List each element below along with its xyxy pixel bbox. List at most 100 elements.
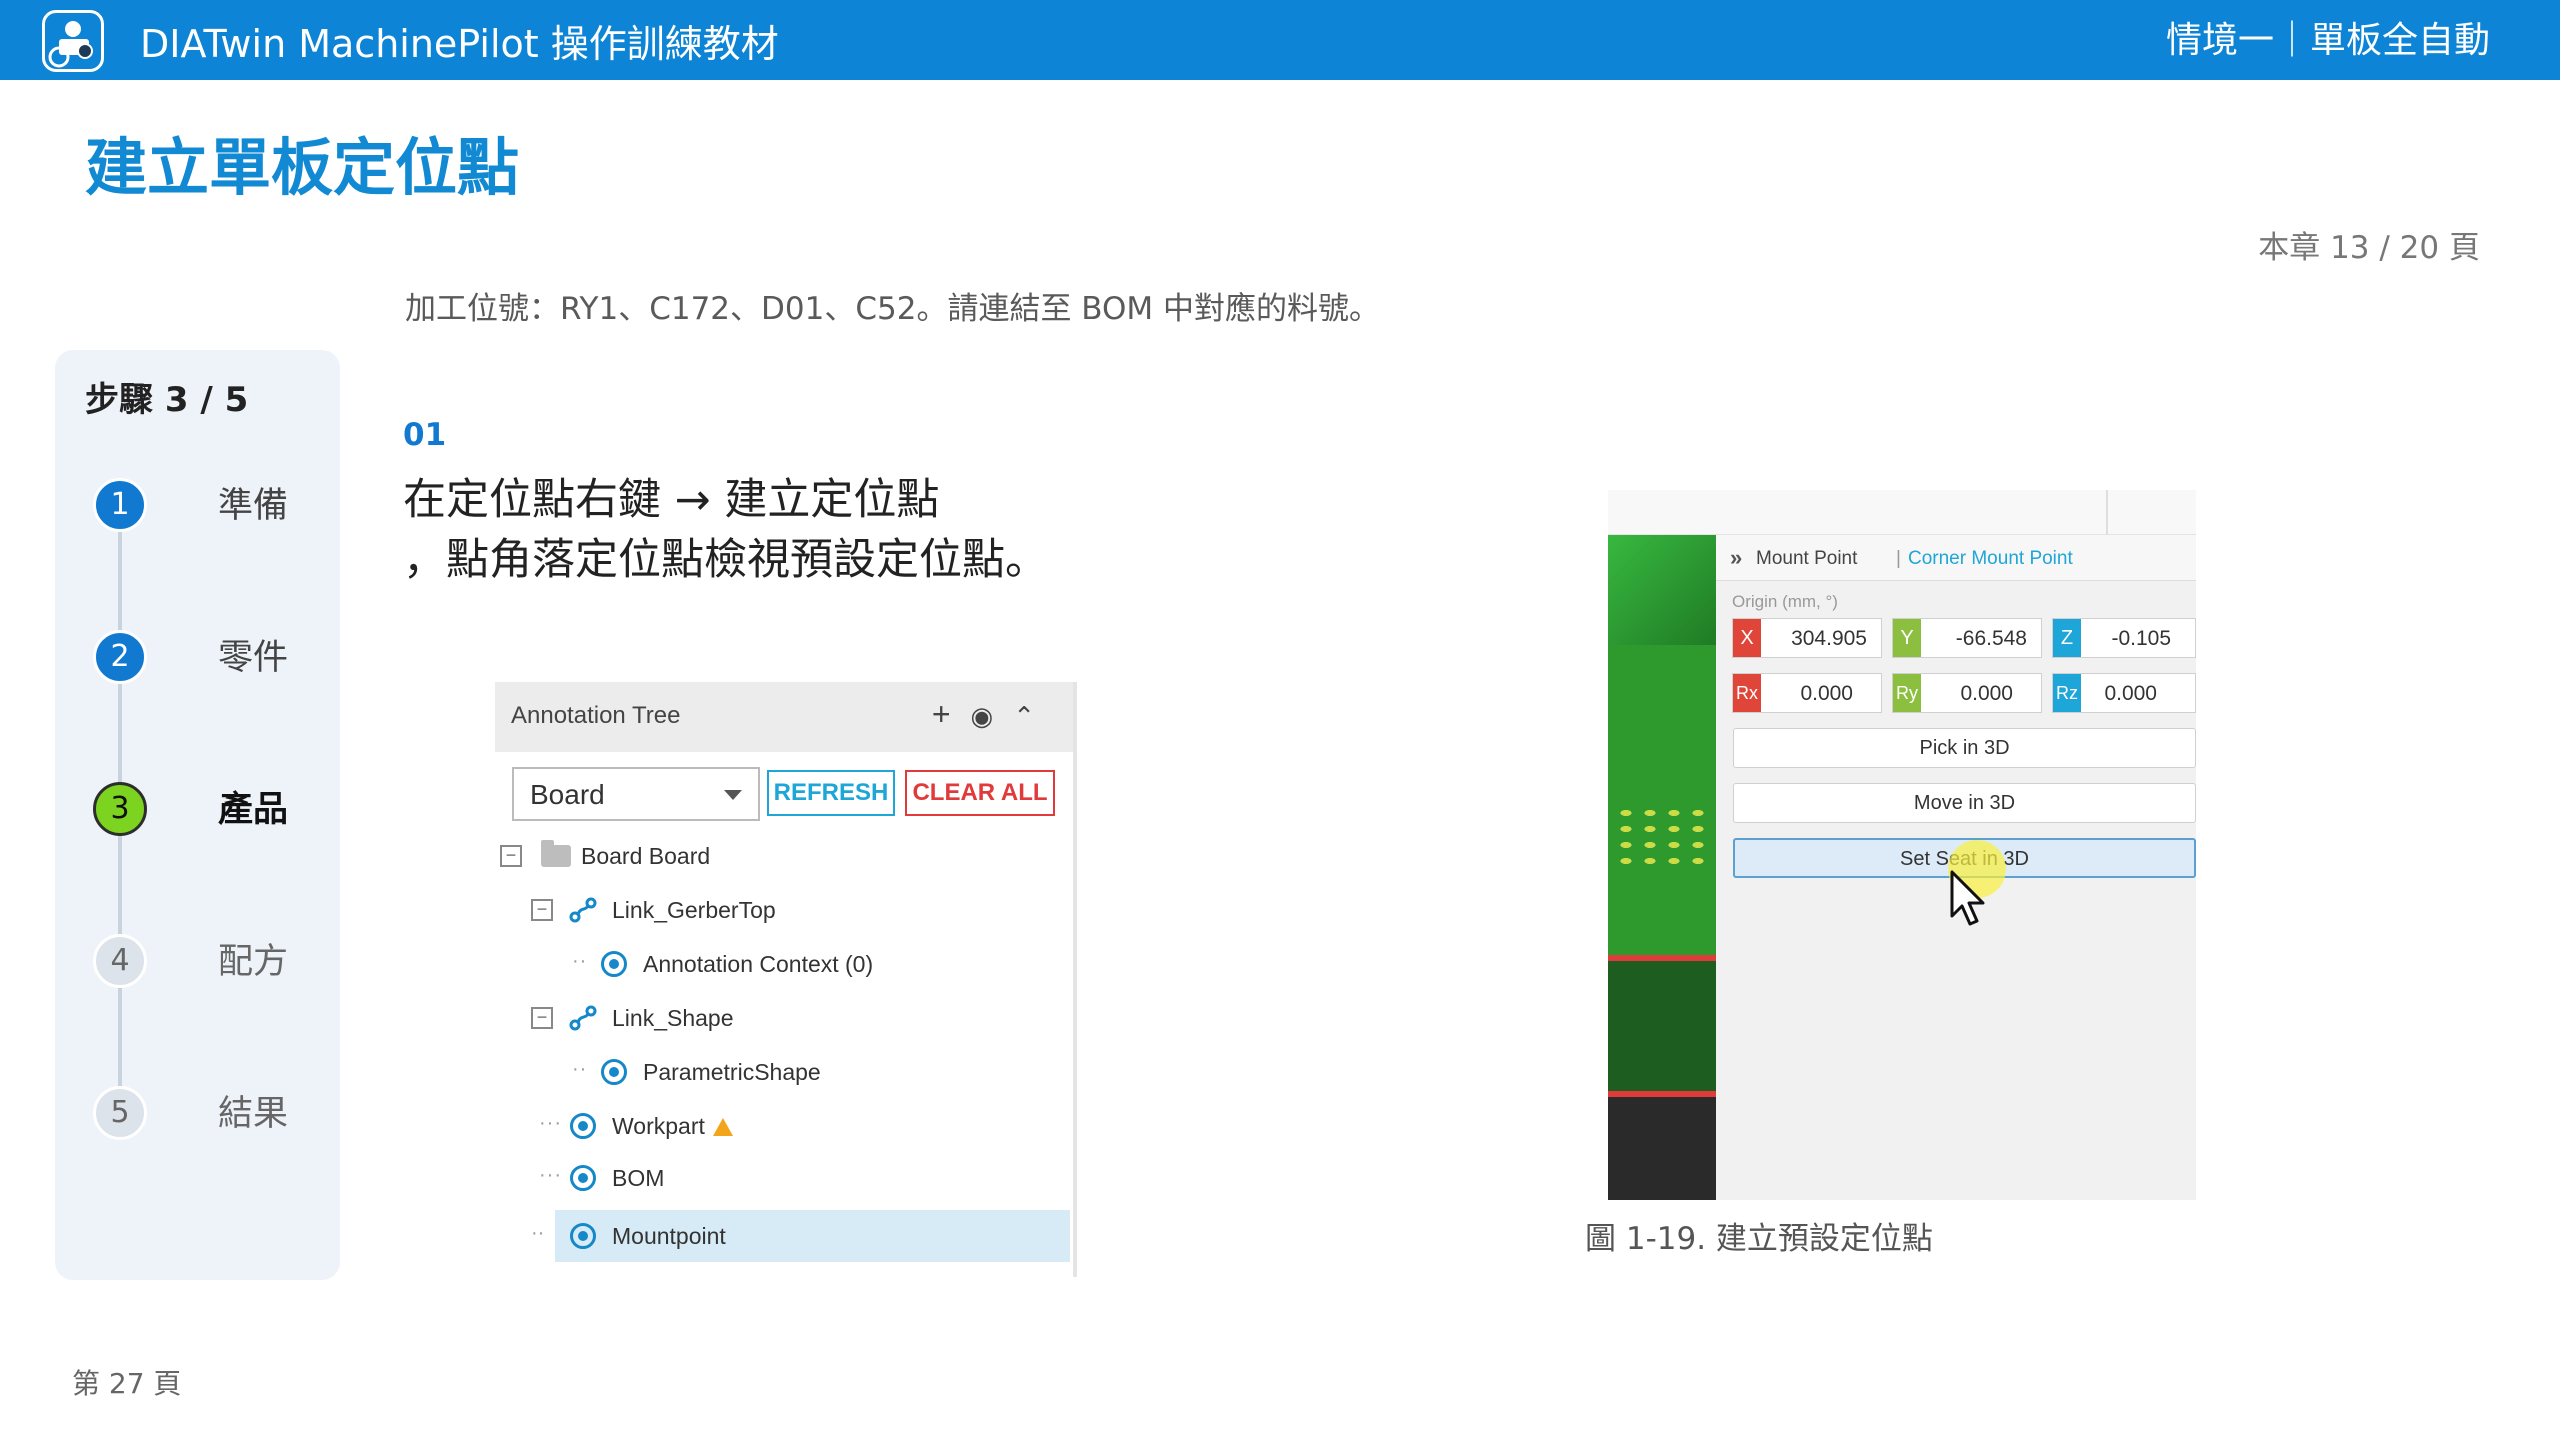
clear-all-button[interactable]: CLEAR ALL [905,770,1055,816]
z-value: -0.105 [2111,627,2171,650]
rx-value: 0.000 [1800,682,1853,705]
collapse-icon[interactable]: − [531,899,553,921]
pcb-base [1608,1097,1716,1200]
annotation-tree-header: Annotation Tree +◉⌃ [495,682,1073,752]
step-item-2[interactable]: 2 零件 [93,630,333,686]
annotation-tree-toolbar: +◉⌃ [932,696,1055,733]
step-item-1[interactable]: 1 準備 [93,478,333,534]
tree-connector-icon: ··· [539,1164,562,1186]
instruction-line-2: ，點角落定位點檢視預設定位點。 [403,535,1048,585]
y-value: -66.548 [1955,627,2027,650]
mount-point-subtitle[interactable]: Corner Mount Point [1908,548,2073,570]
link-icon [569,897,597,923]
app-title: DIATwin MachinePilot 操作訓練教材 [140,22,779,66]
steps-title: 步驟 3 / 5 [85,380,249,420]
tree-node-parametric-shape[interactable]: ·· ParametricShape [495,1046,1070,1098]
mount-point-title: Mount Point [1756,548,1858,569]
eye-icon[interactable]: ◉ [971,701,1014,731]
mount-point-screenshot: » Mount Point | Corner Mount Point Origi… [1608,490,2196,1200]
x-field[interactable]: X 304.905 [1732,618,1882,658]
ry-field[interactable]: Ry 0.000 [1892,673,2042,713]
tree-node-label: Board Board [581,843,711,869]
viewer-toolbar-strip [1608,490,2196,535]
double-chevron-icon[interactable]: » [1730,545,1742,571]
tree-node-workpart[interactable]: ··· Workpart [495,1100,1070,1152]
tree-node-label: Mountpoint [612,1223,726,1249]
step-label: 結果 [218,1094,289,1134]
figure-caption: 圖 1-19. 建立預設定位點 [1585,1221,1933,1257]
tree-connector-icon: ·· [572,950,588,972]
rx-tag: Rx [1733,674,1761,712]
target-icon [570,1165,596,1191]
step-item-5[interactable]: 5 結果 [93,1086,333,1142]
tree-node-link-shape[interactable]: − Link_Shape [495,992,1070,1044]
instruction-step-number: 01 [403,417,447,453]
header-separator: | [1896,548,1901,569]
tree-node-label-wrap: Workpart [612,1113,733,1140]
pick-in-3d-button[interactable]: Pick in 3D [1733,728,2196,768]
board-select[interactable]: Board [512,767,760,821]
tree-node-bom[interactable]: ··· BOM [495,1152,1070,1204]
tree-node-label: Link_Shape [612,1005,734,1031]
tree-node-annotation-context[interactable]: ·· Annotation Context (0) [495,938,1070,990]
tree-node-label: BOM [612,1165,665,1191]
move-in-3d-button[interactable]: Move in 3D [1733,783,2196,823]
step-label: 準備 [218,486,289,526]
warning-icon [712,1118,733,1136]
tree-node-label: Workpart [612,1113,705,1139]
step-number: 4 [93,934,147,988]
pcb-pads [1614,805,1710,869]
step-item-4[interactable]: 4 配方 [93,934,333,990]
z-tag: Z [2053,619,2081,657]
link-icon [569,1005,597,1031]
tree-node-board[interactable]: − Board Board [495,830,1070,882]
step-label: 零件 [218,638,289,678]
refresh-button[interactable]: REFRESH [767,770,895,816]
step-item-3[interactable]: 3 產品 [93,782,333,838]
step-number: 5 [93,1086,147,1140]
scenario-title: 情境一｜單板全自動 [2165,20,2490,61]
tree-node-mountpoint[interactable]: Mountpoint [555,1210,1070,1262]
y-field[interactable]: Y -66.548 [1892,618,2042,658]
folder-icon [541,840,571,867]
rz-value: 0.000 [2104,682,2157,705]
target-icon [601,951,627,977]
target-icon [570,1113,596,1139]
pcb-side [1608,961,1716,1091]
mouse-cursor-icon [1948,870,1988,930]
tree-node-label: Link_GerberTop [612,897,776,923]
tree-node-label: Annotation Context (0) [643,951,874,977]
ry-value: 0.000 [1960,682,2013,705]
tree-connector-icon: ··· [539,1112,562,1134]
y-tag: Y [1893,619,1921,657]
target-icon [570,1223,596,1249]
mount-point-header: » Mount Point | Corner Mount Point [1716,535,2196,581]
rx-field[interactable]: Rx 0.000 [1732,673,1882,713]
page-number: 第 27 頁 [72,1367,182,1400]
chapter-page-indicator: 本章 13 / 20 頁 [2258,230,2480,266]
rz-field[interactable]: Rz 0.000 [2052,673,2196,713]
tree-connector-icon: ·· [572,1058,588,1080]
intro-text: 加工位號：RY1、C172、D01、C52。請連結至 BOM 中對應的料號。 [405,291,1381,327]
step-number: 3 [93,782,147,836]
origin-label: Origin (mm, °) [1732,592,1838,611]
tree-node-label: ParametricShape [643,1059,821,1085]
chevron-up-icon[interactable]: ⌃ [1013,701,1055,731]
tree-node-link-gerbertop[interactable]: − Link_GerberTop [495,884,1070,936]
collapse-icon[interactable]: − [531,1007,553,1029]
board-select-value: Board [530,779,605,810]
add-icon[interactable]: + [932,696,971,732]
z-field[interactable]: Z -0.105 [2052,618,2196,658]
step-label: 配方 [218,942,289,982]
x-tag: X [1733,619,1761,657]
instruction-line-1: 在定位點右鍵 → 建立定位點 [403,475,940,525]
rz-tag: Rz [2053,674,2081,712]
dropdown-caret-icon [724,790,742,800]
ry-tag: Ry [1893,674,1921,712]
step-number: 2 [93,630,147,684]
x-value: 304.905 [1791,627,1867,650]
step-label: 產品 [218,790,289,830]
collapse-icon[interactable]: − [500,845,522,867]
app-logo-icon [42,10,104,72]
top-bar: DIATwin MachinePilot 操作訓練教材 情境一｜單板全自動 [0,0,2560,80]
